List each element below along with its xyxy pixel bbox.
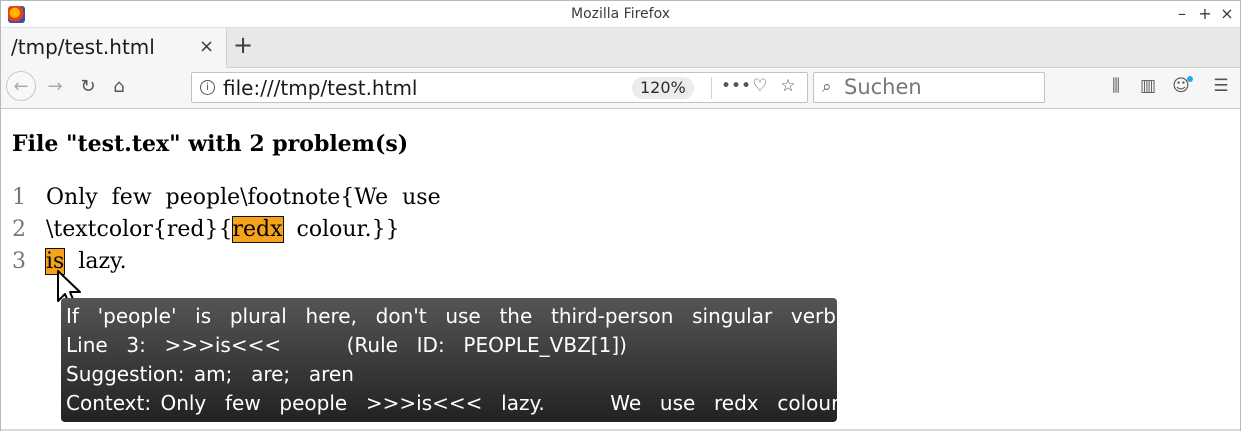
source-line-2: 2 \textcolor{red}{redx colour.}} (12, 216, 400, 243)
tooltip-line-info: Line 3: >>>is<<< (Rule ID: PEOPLE_VBZ[1]… (66, 333, 627, 357)
bookmark-star-icon[interactable]: ☆ (777, 76, 799, 96)
page-actions-icon[interactable]: ••• (721, 76, 751, 96)
tooltip-context: Context: Only few people >>>is<<< lazy. … (66, 391, 844, 415)
navigation-toolbar: ← → ↻ ⌂ i file:///tmp/test.html 120% •••… (1, 68, 1240, 109)
source-line-1: 1 Only few people\footnote{We use (12, 185, 441, 210)
tab-strip: /tmp/test.html × + (1, 28, 1240, 68)
tooltip-suggestion: Suggestion: am; are; aren (66, 362, 354, 386)
window-title: Mozilla Firefox (570, 6, 671, 22)
line-text: Only few people\footnote{We use (46, 185, 441, 210)
minimize-button[interactable]: – (1173, 4, 1191, 24)
home-button[interactable]: ⌂ (108, 76, 130, 97)
new-tab-button[interactable]: + (231, 31, 255, 59)
page-content: File "test.tex" with 2 problem(s) 1 Only … (1, 109, 1240, 431)
line-text: \textcolor{red}{ (46, 217, 233, 242)
line-number: 2 (12, 217, 26, 242)
report-heading: File "test.tex" with 2 problem(s) (12, 131, 409, 157)
notification-dot (1187, 76, 1193, 82)
url-text[interactable]: file:///tmp/test.html (223, 76, 418, 100)
search-input[interactable]: Suchen (844, 75, 922, 99)
back-arrow-icon: ← (13, 76, 29, 97)
maximize-button[interactable]: + (1196, 4, 1214, 24)
reload-button[interactable]: ↻ (77, 76, 99, 97)
sidebar-icon[interactable]: ▥ (1137, 76, 1159, 96)
title-bar: Mozilla Firefox – + × (1, 1, 1240, 28)
search-box[interactable]: ⌕ Suchen (813, 72, 1045, 103)
zoom-reset-button[interactable]: 120% (632, 77, 694, 99)
pocket-icon[interactable]: ♡ (749, 76, 771, 96)
address-bar[interactable]: i file:///tmp/test.html 120% ••• ♡ ☆ (191, 72, 808, 103)
window-close-button[interactable]: × (1218, 4, 1236, 24)
error-highlight-redx[interactable]: redx (231, 216, 284, 243)
tab-title: /tmp/test.html (11, 35, 155, 59)
info-icon[interactable]: i (200, 80, 215, 95)
menu-icon[interactable]: ☰ (1210, 76, 1232, 96)
browser-window: Mozilla Firefox – + × /tmp/test.html × +… (0, 0, 1241, 431)
problem-tooltip: If 'people' is plural here, don't use th… (61, 298, 844, 422)
forward-button[interactable]: → (44, 76, 66, 97)
tab-test-html[interactable]: /tmp/test.html × (1, 28, 227, 68)
tab-close-icon[interactable]: × (199, 36, 214, 57)
line-number: 1 (12, 185, 26, 210)
search-icon: ⌕ (822, 77, 832, 97)
line-number: 3 (12, 249, 26, 274)
tooltip-message: If 'people' is plural here, don't use th… (66, 304, 843, 328)
line-text: colour.}} (282, 217, 400, 242)
library-icon[interactable]: ⫼ (1105, 76, 1127, 96)
divider (711, 77, 712, 99)
